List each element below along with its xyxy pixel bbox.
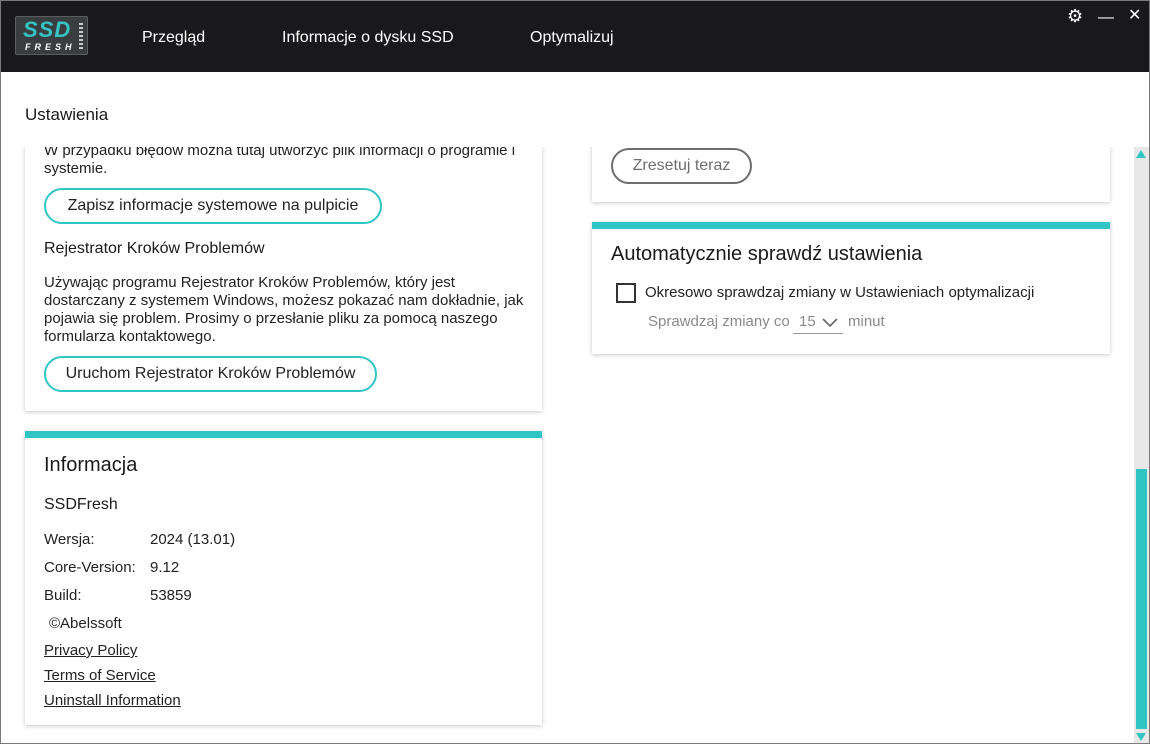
nav-overview[interactable]: Przegląd — [142, 29, 205, 47]
launch-psr-button[interactable]: Uruchom Rejestrator Kroków Problemów — [44, 356, 377, 392]
vertical-scrollbar[interactable] — [1134, 147, 1149, 743]
support-intro-text: W przypadku błędów można tutaj utworzyć … — [44, 147, 516, 177]
build-label: Build: — [44, 587, 82, 604]
build-value: 53859 — [150, 587, 192, 604]
logo-sub-text: FRESH — [25, 42, 76, 52]
info-card: Informacja SSDFresh Wersja: 2024 (13.01)… — [25, 431, 542, 725]
version-value: 2024 (13.01) — [150, 531, 236, 548]
interval-select[interactable]: 15 — [793, 311, 843, 334]
logo-bars — [79, 23, 83, 49]
interval-suffix: minut — [848, 313, 885, 330]
periodic-check-checkbox[interactable] — [616, 283, 636, 303]
nav-optimize[interactable]: Optymalizuj — [530, 29, 614, 47]
app-window: SSD FRESH Przegląd Informacje o dysku SS… — [0, 0, 1150, 744]
info-card-title: Informacja — [44, 454, 138, 476]
uninstall-info-link[interactable]: Uninstall Information — [44, 692, 181, 709]
psr-description: Używając programu Rejestrator Kroków Pro… — [44, 274, 524, 345]
save-system-info-button[interactable]: Zapisz informacje systemowe na pulpicie — [44, 188, 382, 224]
close-icon[interactable]: ✕ — [1128, 7, 1141, 25]
periodic-check-label: Okresowo sprawdzaj zmiany w Ustawieniach… — [645, 284, 1035, 301]
core-version-value: 9.12 — [150, 559, 180, 576]
logo-main-text: SSD — [23, 17, 72, 42]
privacy-policy-link[interactable]: Privacy Policy — [44, 642, 137, 659]
interval-prefix: Sprawdzaj zmiany co — [648, 313, 790, 330]
settings-content: W przypadku błędów można tutaj utworzyć … — [1, 147, 1134, 743]
product-name: SSDFresh — [44, 496, 118, 513]
reset-now-button[interactable]: Zresetuj teraz — [611, 148, 752, 184]
copyright-text: ©Abelssoft — [49, 615, 122, 632]
psr-heading: Rejestrator Kroków Problemów — [44, 240, 265, 257]
scroll-track[interactable] — [1136, 161, 1147, 469]
terms-of-service-link[interactable]: Terms of Service — [44, 667, 156, 684]
chevron-down-icon — [822, 318, 838, 328]
scroll-down-icon[interactable] — [1136, 733, 1146, 741]
interval-value: 15 — [799, 313, 816, 330]
scroll-thumb[interactable] — [1136, 469, 1147, 729]
version-label: Wersja: — [44, 531, 95, 548]
settings-gear-icon[interactable]: ⚙ — [1067, 7, 1083, 25]
header-bar: SSD FRESH Przegląd Informacje o dysku SS… — [1, 1, 1149, 72]
auto-check-title: Automatycznie sprawdź ustawienia — [611, 243, 923, 265]
nav-ssd-info[interactable]: Informacje o dysku SSD — [282, 29, 454, 47]
scroll-up-icon[interactable] — [1136, 150, 1146, 158]
support-card: W przypadku błędów można tutaj utworzyć … — [25, 147, 542, 411]
core-version-label: Core-Version: — [44, 559, 136, 576]
app-logo: SSD FRESH — [15, 16, 88, 55]
page-title: Ustawienia — [25, 105, 109, 124]
minimize-icon[interactable]: — — [1098, 9, 1114, 27]
auto-check-card: Automatycznie sprawdź ustawienia Okresow… — [592, 222, 1110, 354]
reset-card: Zresetuj teraz — [592, 147, 1110, 202]
